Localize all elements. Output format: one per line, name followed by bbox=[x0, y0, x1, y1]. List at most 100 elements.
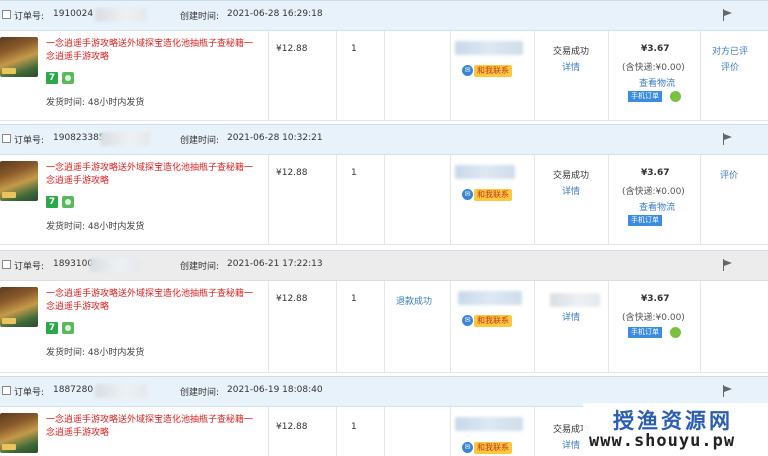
unit-price: ¥12.88 bbox=[276, 294, 308, 304]
detail-link[interactable]: 详情 bbox=[562, 60, 580, 73]
order-block: 订单号: 190823385 创建时间: 2021-06-28 10:32:21… bbox=[0, 124, 768, 245]
redacted-order-no bbox=[100, 132, 150, 146]
refresh-icon[interactable] bbox=[670, 91, 681, 102]
contact-label: 和我联系 bbox=[474, 315, 512, 327]
order-header: 订单号: 1893100 创建时间: 2021-06-21 17:22:13 bbox=[0, 251, 768, 281]
redacted-order-no bbox=[95, 8, 147, 22]
refresh-icon[interactable] bbox=[670, 327, 681, 338]
quantity: 1 bbox=[351, 168, 357, 178]
product-thumbnail[interactable] bbox=[0, 161, 38, 201]
watermark-url: www.shouyu.pw bbox=[589, 431, 736, 451]
redacted-buyer bbox=[455, 41, 523, 55]
product-title-link[interactable]: 一念逍遥手游攻略送外域探宝造化池抽瓶子查秘籍一念逍遥手游攻略 bbox=[46, 162, 256, 188]
quantity: 1 bbox=[351, 294, 357, 304]
mobile-order-badge: 手机订单 bbox=[628, 215, 662, 226]
order-amount: ¥3.67 bbox=[641, 44, 670, 54]
detail-link[interactable]: 详情 bbox=[562, 184, 580, 197]
refund-status-link[interactable]: 退款成功 bbox=[396, 294, 432, 307]
order-amount: ¥3.67 bbox=[641, 168, 670, 178]
guarantee-badge-icon bbox=[62, 196, 74, 208]
redacted-order-no bbox=[95, 384, 147, 398]
quantity: 1 bbox=[351, 44, 357, 54]
order-block: 订单号: 1910024 创建时间: 2021-06-28 16:29:18 一… bbox=[0, 0, 768, 121]
order-no-value: 1893100 bbox=[53, 259, 94, 269]
order-no-label: 订单号: bbox=[14, 388, 45, 398]
flag-icon[interactable] bbox=[722, 9, 734, 21]
created-value: 2021-06-21 17:22:13 bbox=[227, 259, 323, 269]
evaluation-status: 对方已评 bbox=[712, 47, 749, 57]
created-value: 2021-06-19 18:08:40 bbox=[227, 385, 323, 395]
created-label: 创建时间: bbox=[180, 262, 220, 272]
trade-status: 交易成功 bbox=[553, 47, 590, 57]
flag-icon[interactable] bbox=[722, 385, 734, 397]
order-no-value: 190823385 bbox=[53, 133, 105, 143]
order-body: 一念逍遥手游攻略送外域探宝造化池抽瓶子查秘籍一念逍遥手游攻略 7 发货时间: 4… bbox=[0, 31, 768, 121]
freight-note: (含快递:¥0.00) bbox=[622, 313, 685, 323]
freight-note: (含快递:¥0.00) bbox=[622, 63, 685, 73]
order-no-label: 订单号: bbox=[14, 12, 45, 22]
redacted-buyer bbox=[455, 417, 523, 431]
flag-icon[interactable] bbox=[722, 259, 734, 271]
evaluate-link[interactable]: 评价 bbox=[720, 168, 738, 181]
seven-day-badge-icon: 7 bbox=[46, 196, 58, 208]
redacted-buyer bbox=[458, 291, 522, 305]
seven-day-badge-icon: 7 bbox=[46, 72, 58, 84]
order-no-label: 订单号: bbox=[14, 136, 45, 146]
quantity: 1 bbox=[351, 422, 357, 432]
unit-price: ¥12.88 bbox=[276, 44, 308, 54]
order-body: 一念逍遥手游攻略送外域探宝造化池抽瓶子查秘籍一念逍遥手游攻略 7 发货时间: 4… bbox=[0, 155, 768, 245]
product-thumbnail[interactable] bbox=[0, 37, 38, 77]
detail-link[interactable]: 详情 bbox=[562, 310, 580, 323]
unit-price: ¥12.88 bbox=[276, 422, 308, 432]
seven-day-badge-icon: 7 bbox=[46, 322, 58, 334]
order-no-value: 1887280 bbox=[53, 385, 94, 395]
order-header: 订单号: 190823385 创建时间: 2021-06-28 10:32:21 bbox=[0, 125, 768, 155]
product-title-link[interactable]: 一念逍遥手游攻略送外域探宝造化池抽瓶子查秘籍一念逍遥手游攻略 bbox=[46, 414, 256, 440]
redacted-status bbox=[550, 293, 600, 307]
order-no-label: 订单号: bbox=[14, 262, 45, 272]
trade-status: 交易成功 bbox=[553, 171, 590, 181]
product-title-link[interactable]: 一念逍遥手游攻略送外域探宝造化池抽瓶子查秘籍一念逍遥手游攻略 bbox=[46, 288, 256, 314]
mobile-order-badge: 手机订单 bbox=[628, 327, 662, 338]
order-no-value: 1910024 bbox=[53, 9, 94, 19]
product-thumbnail[interactable] bbox=[0, 287, 38, 327]
freight-note: (含快递:¥0.00) bbox=[622, 187, 685, 197]
evaluate-link[interactable]: 评价 bbox=[721, 60, 739, 73]
ship-time: 发货时间: 48小时内发货 bbox=[46, 222, 145, 232]
site-watermark: 授渔资源网 www.shouyu.pw bbox=[583, 403, 768, 456]
chat-icon: ✉ bbox=[462, 189, 473, 200]
created-label: 创建时间: bbox=[180, 388, 220, 398]
product-thumbnail[interactable] bbox=[0, 413, 38, 453]
order-body: 一念逍遥手游攻略送外域探宝造化池抽瓶子查秘籍一念逍遥手游攻略 7 发货时间: 4… bbox=[0, 281, 768, 373]
created-value: 2021-06-28 16:29:18 bbox=[227, 9, 323, 19]
ship-time: 发货时间: 48小时内发货 bbox=[46, 98, 145, 108]
ship-time: 发货时间: 48小时内发货 bbox=[46, 348, 145, 358]
logistics-link[interactable]: 查看物流 bbox=[639, 76, 675, 89]
order-checkbox[interactable] bbox=[2, 260, 11, 269]
mobile-order-badge: 手机订单 bbox=[628, 91, 662, 102]
flag-icon[interactable] bbox=[722, 133, 734, 145]
redacted-buyer bbox=[455, 165, 515, 179]
order-checkbox[interactable] bbox=[2, 10, 11, 19]
chat-icon: ✉ bbox=[462, 65, 473, 76]
created-label: 创建时间: bbox=[180, 12, 220, 22]
order-checkbox[interactable] bbox=[2, 134, 11, 143]
contact-label: 和我联系 bbox=[474, 442, 512, 454]
order-amount: ¥3.67 bbox=[641, 294, 670, 304]
contact-label: 和我联系 bbox=[474, 65, 512, 77]
order-checkbox[interactable] bbox=[2, 386, 11, 395]
logistics-link[interactable]: 查看物流 bbox=[639, 200, 675, 213]
unit-price: ¥12.88 bbox=[276, 168, 308, 178]
chat-icon: ✉ bbox=[462, 442, 473, 453]
chat-icon: ✉ bbox=[462, 315, 473, 326]
redacted-order-no bbox=[90, 258, 140, 272]
order-header: 订单号: 1910024 创建时间: 2021-06-28 16:29:18 bbox=[0, 1, 768, 31]
product-title-link[interactable]: 一念逍遥手游攻略送外域探宝造化池抽瓶子查秘籍一念逍遥手游攻略 bbox=[46, 38, 256, 64]
created-value: 2021-06-28 10:32:21 bbox=[227, 133, 323, 143]
detail-link[interactable]: 详情 bbox=[562, 438, 580, 451]
contact-label: 和我联系 bbox=[474, 189, 512, 201]
created-label: 创建时间: bbox=[180, 136, 220, 146]
order-block: 订单号: 1893100 创建时间: 2021-06-21 17:22:13 一… bbox=[0, 250, 768, 373]
guarantee-badge-icon bbox=[62, 322, 74, 334]
guarantee-badge-icon bbox=[62, 72, 74, 84]
